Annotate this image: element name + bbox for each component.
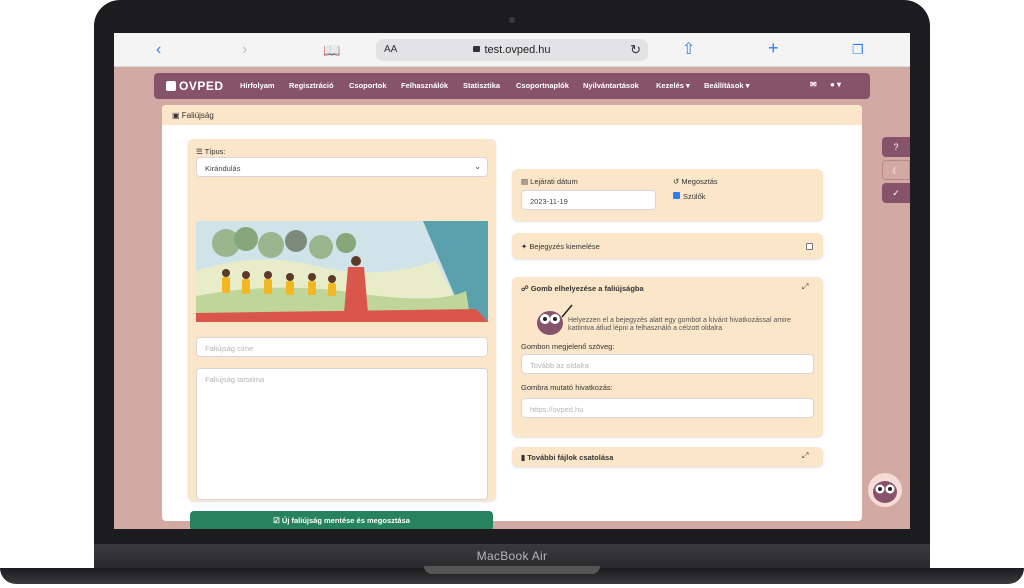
nav-item-hirfolyam[interactable]: Hírfolyam	[240, 81, 275, 90]
button-help-line1: Helyezzen el a bejegyzés alatt egy gombo…	[568, 317, 791, 324]
plus-icon[interactable]: +	[768, 39, 779, 57]
nav-item-nyilvantartasok[interactable]: Nyilvántartások	[583, 81, 639, 90]
help-icon[interactable]: ?	[882, 137, 910, 157]
mascot-assistant-icon[interactable]	[866, 471, 904, 509]
card-title: Faliújság	[181, 111, 214, 120]
chevron-right-icon[interactable]: ›	[242, 41, 247, 59]
expiry-date-input[interactable]: 2023-11-19	[521, 190, 656, 210]
button-help-line2: kattintva átlud lépni a felhasználó a cé…	[568, 325, 723, 332]
check-square-icon: ☑	[273, 516, 280, 525]
nav-item-statisztika[interactable]: Statisztika	[463, 81, 500, 90]
title-input[interactable]: Faliújság címe	[196, 337, 488, 357]
screen: ‹ › 📖 AA test.ovped.hu ↻ ⇧ + ❐ OVPED Hír…	[114, 33, 910, 529]
expand-icon[interactable]: ⤢	[802, 282, 808, 292]
puzzle-icon	[166, 81, 176, 91]
parents-label: Szülők	[683, 192, 706, 201]
button-section-panel: ☍ Gomb elhelyezése a faliújságba ⤢ Helye…	[512, 277, 823, 437]
faliujsag-card: ▣ Faliújság ☰ Típus: Kirándulás ⌄ Faliúj…	[162, 105, 862, 529]
expiry-sharing-panel: ▤ Lejárati dátum 2023-11-19 ↺ Megosztás …	[512, 169, 823, 221]
button-section-title: ☍ Gomb elhelyezése a faliújságba	[521, 284, 644, 293]
files-panel: ▮ További fájlok csatolása ⤢	[512, 447, 823, 467]
card-header: ▣ Faliújság	[162, 105, 862, 125]
nav-item-felhasznalok[interactable]: Felhasználók	[401, 81, 448, 90]
user-menu-icon[interactable]: ● ▾	[830, 80, 841, 89]
highlight-panel: ✦ Bejegyzés kiemelése	[512, 233, 823, 259]
expand-icon[interactable]: ⤢	[802, 451, 808, 461]
nav-item-regisztracio[interactable]: Regisztráció	[289, 81, 334, 90]
sharing-label: ↺ Megosztás	[673, 177, 718, 186]
side-toolbar: ? ☾ ✓	[882, 137, 910, 206]
parents-checkbox[interactable]	[673, 192, 680, 199]
content-textarea[interactable]: Faliújság tartalma	[196, 368, 488, 500]
tabs-icon[interactable]: ❐	[852, 41, 864, 59]
highlight-checkbox[interactable]	[806, 243, 813, 250]
main-navbar: OVPED Hírfolyam Regisztráció Csoportok F…	[154, 73, 870, 99]
chevron-down-icon: ⌄	[474, 162, 481, 171]
moon-icon[interactable]: ☾	[882, 160, 910, 180]
chevron-left-icon[interactable]: ‹	[156, 41, 161, 59]
type-select[interactable]: Kirándulás ⌄	[196, 157, 488, 177]
laptop-notch	[424, 566, 600, 574]
nav-item-beallitasok[interactable]: Beállítások ▾	[704, 81, 749, 90]
book-icon[interactable]: 📖	[323, 41, 340, 59]
lock-icon	[473, 46, 481, 52]
url-text: test.ovped.hu	[376, 44, 648, 56]
camera	[509, 17, 515, 23]
files-title: ▮ További fájlok csatolása	[521, 453, 614, 462]
reload-icon[interactable]: ↻	[630, 42, 641, 58]
button-link-input[interactable]: https://ovped.hu	[521, 398, 814, 418]
highlight-label: ✦ Bejegyzés kiemelése	[521, 242, 600, 251]
brand-logo[interactable]: OVPED	[166, 79, 224, 93]
model-label: MacBook Air	[476, 549, 548, 563]
checklist-icon[interactable]: ✓	[882, 183, 910, 203]
laptop-base: MacBook Air	[94, 544, 930, 568]
address-bar[interactable]: AA test.ovped.hu ↻	[376, 39, 648, 61]
trip-illustration	[196, 221, 488, 322]
button-link-label: Gombra mutató hivatkozás:	[521, 383, 613, 392]
nav-item-csoportok[interactable]: Csoportok	[349, 81, 387, 90]
save-button[interactable]: ☑ Új faliújság mentése és megosztása	[190, 511, 493, 529]
nav-item-csoportnaplok[interactable]: Csoportnaplók	[516, 81, 569, 90]
mail-icon[interactable]: ✉	[810, 80, 817, 89]
browser-toolbar: ‹ › 📖 AA test.ovped.hu ↻ ⇧ + ❐	[114, 33, 910, 67]
image-icon: ▣	[172, 111, 180, 120]
type-label: ☰ Típus:	[196, 147, 226, 156]
button-text-input[interactable]: Tovább az oldalra	[521, 354, 814, 374]
button-text-label: Gombon megjelenő szöveg:	[521, 342, 615, 351]
nav-item-kezeles[interactable]: Kezelés ▾	[656, 81, 690, 90]
share-icon[interactable]: ⇧	[682, 41, 695, 59]
expiry-label: ▤ Lejárati dátum	[521, 177, 578, 186]
